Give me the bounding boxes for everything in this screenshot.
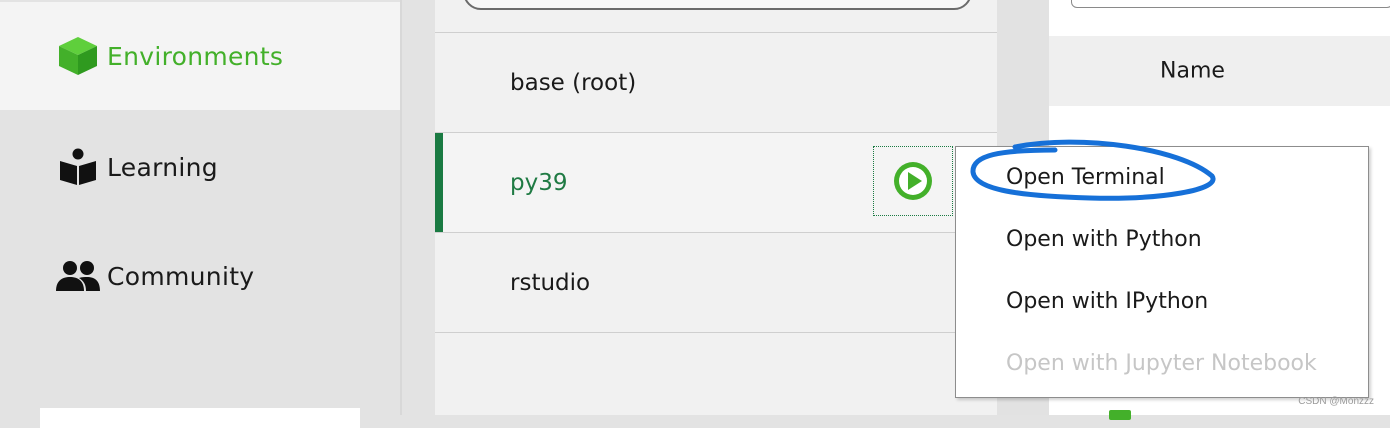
- environment-row-rstudio[interactable]: rstudio: [435, 232, 997, 333]
- left-navigation: Environments Learning Community: [0, 0, 400, 428]
- package-checkbox[interactable]: [1109, 410, 1131, 420]
- environment-name: base (root): [510, 69, 637, 96]
- nav-item-environments[interactable]: Environments: [0, 2, 400, 110]
- environment-play-button[interactable]: [873, 146, 953, 216]
- watermark: CSDN @Monzzz: [1298, 396, 1374, 407]
- table-header: Name: [1049, 36, 1390, 106]
- menu-item-open-terminal[interactable]: Open Terminal: [1006, 165, 1165, 190]
- environment-row-base[interactable]: base (root): [435, 32, 997, 132]
- nav-item-label: Environments: [107, 41, 284, 71]
- environment-list: base (root) py39 rstudio: [435, 0, 997, 415]
- cube-icon: [55, 33, 101, 79]
- menu-item-open-python[interactable]: Open with Python: [1006, 227, 1202, 252]
- people-icon: [55, 253, 101, 299]
- menu-item-open-jupyter: Open with Jupyter Notebook: [1006, 351, 1317, 376]
- environment-row-py39[interactable]: py39: [435, 132, 997, 232]
- nav-bottom-panel: [40, 408, 360, 428]
- selection-marker: [435, 133, 443, 232]
- book-reader-icon: [55, 144, 101, 190]
- column-header-name[interactable]: Name: [1160, 59, 1225, 84]
- environment-name: py39: [510, 169, 568, 196]
- environment-context-menu: Open Terminal Open with Python Open with…: [955, 146, 1369, 398]
- divider: [400, 0, 402, 415]
- nav-item-learning[interactable]: Learning: [0, 113, 400, 221]
- environment-search-input[interactable]: [463, 0, 972, 10]
- environment-name: rstudio: [510, 269, 591, 296]
- menu-item-open-ipython[interactable]: Open with IPython: [1006, 289, 1208, 314]
- play-icon: [894, 162, 932, 200]
- nav-item-label: Learning: [107, 152, 218, 182]
- nav-item-community[interactable]: Community: [0, 222, 400, 330]
- nav-item-label: Community: [107, 261, 255, 291]
- package-search-input[interactable]: [1071, 0, 1390, 8]
